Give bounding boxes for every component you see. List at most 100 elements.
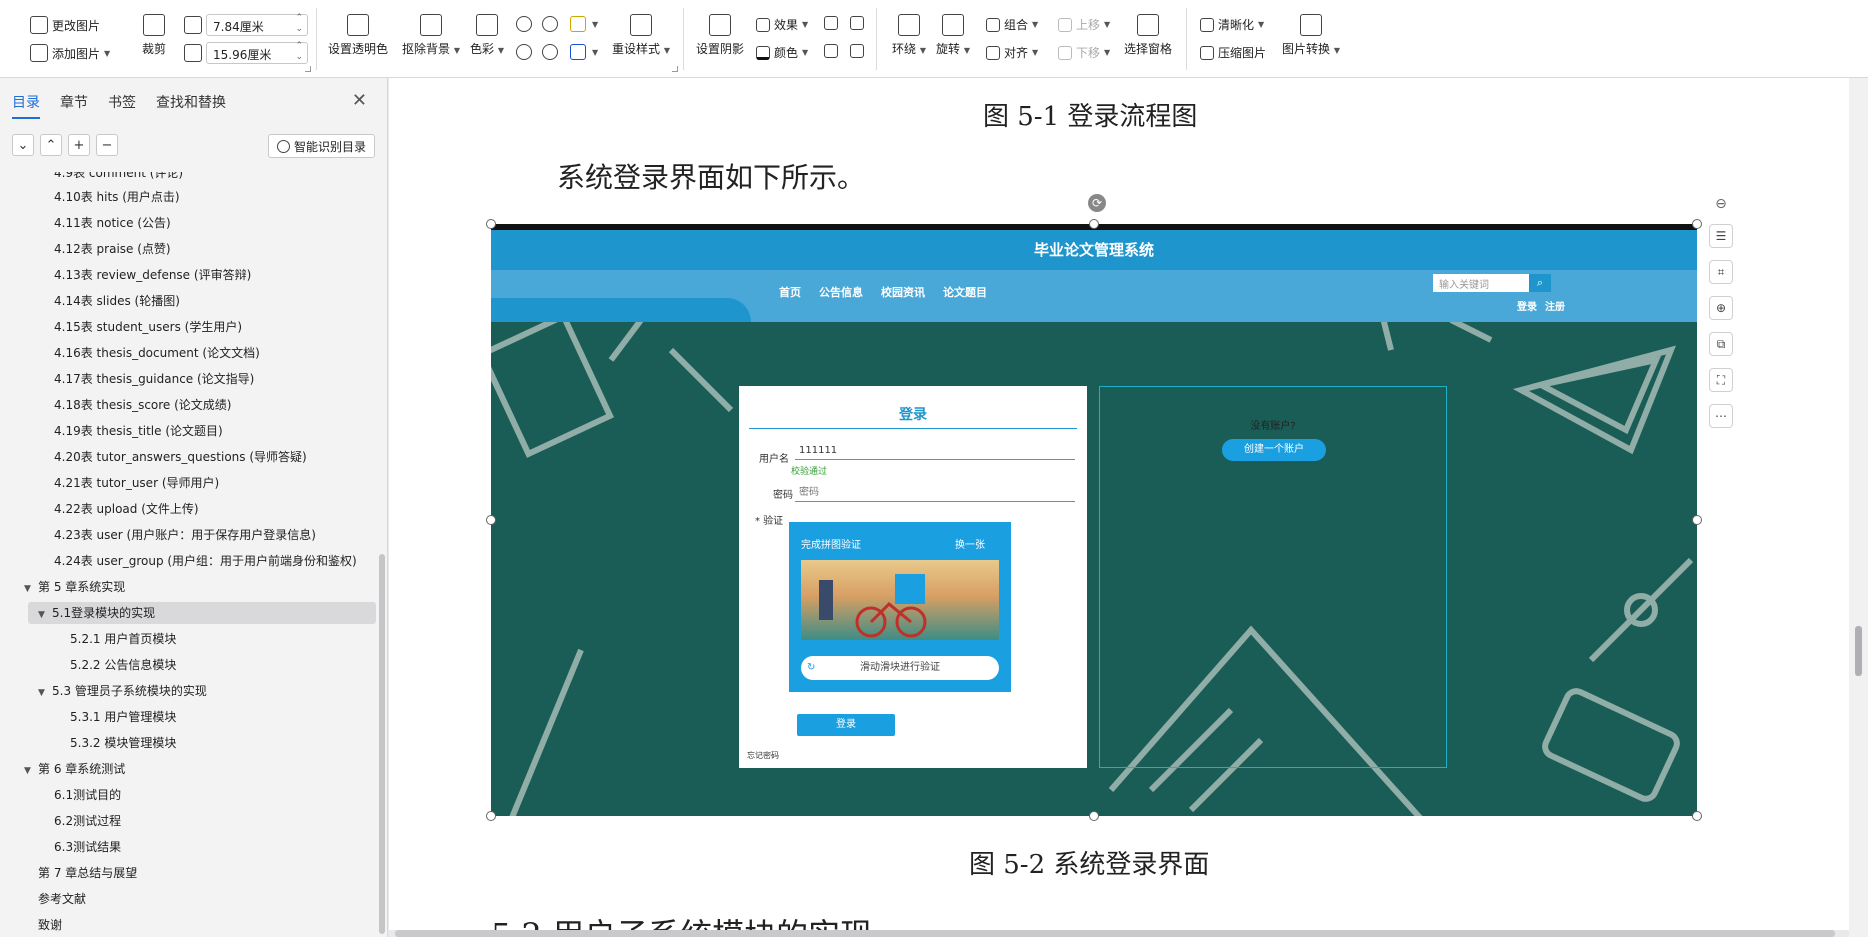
toc-item[interactable]: 4.21表 tutor_user (导师用户)	[54, 472, 219, 494]
resize-handle[interactable]	[486, 811, 496, 821]
expand-triangle-icon[interactable]: ▼	[24, 578, 38, 600]
document-scrollbar[interactable]	[1849, 78, 1868, 937]
selection-pane-button[interactable]: 选择窗格	[1124, 14, 1172, 57]
change-picture-button[interactable]: 更改图片	[30, 16, 100, 34]
toc-item[interactable]: ▼ 第 5 章系统实现	[24, 576, 125, 598]
expand-triangle-icon[interactable]: ▼	[24, 760, 38, 782]
rotate-handle-icon[interactable]: ⟳	[1088, 194, 1106, 212]
collapse-minus-icon[interactable]: ⊖	[1709, 196, 1733, 212]
add-picture-button[interactable]: 添加图片 ▼	[30, 44, 110, 62]
chevron-down-icon[interactable]: ▼	[592, 48, 598, 57]
compress-picture-button[interactable]: 压缩图片	[1200, 44, 1266, 61]
align-button[interactable]: 对齐 ▼	[986, 44, 1038, 61]
effect-button[interactable]: 效果 ▼	[756, 16, 808, 33]
close-icon[interactable]: ✕	[352, 90, 367, 111]
toc-item[interactable]: 4.9表 comment (评论)	[54, 172, 183, 184]
toc-item[interactable]: 第 7 章总结与展望	[38, 862, 137, 884]
reset-style-button[interactable]: 重设样式 ▼	[612, 14, 670, 57]
toc-item[interactable]: 6.3测试结果	[54, 836, 121, 858]
resize-handle[interactable]	[1692, 219, 1702, 229]
selected-picture[interactable]: ⟳ 毕业论文管理系统 首页 公告信息 校园资讯 论文题目 输入关键词 ⌕ 登录 …	[486, 194, 1702, 821]
chevron-down-icon[interactable]: ▼	[592, 20, 598, 29]
wrap-button[interactable]: 环绕 ▼	[892, 14, 926, 57]
toc-item[interactable]: 5.3.1 用户管理模块	[70, 706, 176, 728]
toc-item-selected[interactable]: ▼ 5.1登录模块的实现	[28, 602, 376, 624]
resize-handle[interactable]	[1089, 811, 1099, 821]
tab-bookmarks[interactable]: 书签	[108, 92, 136, 119]
crop-icon[interactable]: ⌗	[1709, 260, 1733, 284]
toc-item[interactable]: 4.20表 tutor_answers_questions (导师答疑)	[54, 446, 307, 468]
height-input[interactable]: 15.96厘米	[206, 41, 308, 64]
collapse-up-icon[interactable]: ⌃	[40, 134, 62, 156]
layout-options-icon[interactable]: ☰	[1709, 224, 1733, 248]
toc-item[interactable]: 4.13表 review_defense (评审答辩)	[54, 264, 251, 286]
toc-item[interactable]: 致谢	[38, 914, 62, 936]
resize-handle[interactable]	[1692, 515, 1702, 525]
contrast-increase-icon[interactable]	[516, 16, 532, 32]
toc-item[interactable]: 4.17表 thesis_guidance (论文指导)	[54, 368, 254, 390]
contrast-decrease-icon[interactable]	[542, 16, 558, 32]
smart-toc-button[interactable]: 智能识别目录	[267, 134, 375, 158]
toc-item[interactable]: 4.10表 hits (用户点击)	[54, 186, 180, 208]
size-dialog-launcher-icon[interactable]	[305, 66, 311, 72]
add-icon[interactable]: +	[68, 134, 90, 156]
horizontal-scrollbar[interactable]	[395, 930, 1835, 937]
expand-down-icon[interactable]: ⌄	[12, 134, 34, 156]
highlight-icon[interactable]	[570, 16, 586, 32]
brightness-increase-icon[interactable]	[516, 44, 532, 60]
replace-picture-icon[interactable]: ⧉	[1709, 332, 1733, 356]
tab-find-replace[interactable]: 查找和替换	[156, 92, 226, 119]
zoom-in-icon[interactable]: ⊕	[1709, 296, 1733, 320]
color-button[interactable]: 颜色 ▼	[756, 44, 808, 61]
resize-handle[interactable]	[1089, 219, 1099, 229]
set-shadow-button[interactable]: 设置阴影	[696, 14, 744, 57]
crop-button[interactable]: 裁剪	[142, 14, 166, 57]
toc-item[interactable]: 6.1测试目的	[54, 784, 121, 806]
shadow-nudge-up-icon[interactable]	[824, 16, 838, 30]
move-down-button[interactable]: 下移 ▼	[1058, 44, 1110, 61]
shadow-nudge-down-icon[interactable]	[824, 44, 838, 58]
resize-handle[interactable]	[486, 219, 496, 229]
tab-toc[interactable]: 目录	[12, 92, 40, 119]
toc-item[interactable]: 4.22表 upload (文件上传)	[54, 498, 199, 520]
more-icon[interactable]: ⋯	[1709, 404, 1733, 428]
toc-item[interactable]: 5.2.1 用户首页模块	[70, 628, 176, 650]
toc-item[interactable]: 4.24表 user_group (用户组：用于用户前端身份和鉴权)	[54, 550, 357, 572]
shadow-nudge-right-icon[interactable]	[850, 16, 864, 30]
toc-item[interactable]: 5.2.2 公告信息模块	[70, 654, 176, 676]
width-input[interactable]: 7.84厘米	[206, 13, 308, 36]
picture-convert-button[interactable]: 图片转换 ▼	[1282, 14, 1340, 57]
rotate-button[interactable]: 旋转 ▼	[936, 14, 970, 57]
remove-background-button[interactable]: 抠除背景 ▼	[402, 14, 460, 57]
toc-item[interactable]: 4.15表 student_users (学生用户)	[54, 316, 242, 338]
toc-item[interactable]: 4.12表 praise (点赞)	[54, 238, 171, 260]
toc-item[interactable]: 参考文献	[38, 888, 86, 910]
toc-item[interactable]: ▼ 5.3 管理员子系统模块的实现	[38, 680, 207, 702]
brightness-decrease-icon[interactable]	[542, 44, 558, 60]
scrollbar-thumb[interactable]	[1855, 626, 1862, 676]
toc-item[interactable]: ▼ 第 6 章系统测试	[24, 758, 125, 780]
color-tone-button[interactable]: 色彩 ▼	[470, 14, 504, 57]
toc-item[interactable]: 4.18表 thesis_score (论文成绩)	[54, 394, 232, 416]
move-up-button[interactable]: 上移 ▼	[1058, 16, 1110, 33]
toc-item[interactable]: 5.3.2 模块管理模块	[70, 732, 176, 754]
tab-sections[interactable]: 章节	[60, 92, 88, 119]
extract-text-icon[interactable]: ⛶	[1709, 368, 1733, 392]
toc-item[interactable]: 4.14表 slides (轮播图)	[54, 290, 180, 312]
nav-scrollbar[interactable]	[379, 554, 385, 934]
expand-triangle-icon[interactable]: ▼	[38, 604, 52, 626]
toc-item[interactable]: 6.2测试过程	[54, 810, 121, 832]
shadow-nudge-left-icon[interactable]	[850, 44, 864, 58]
remove-icon[interactable]: −	[96, 134, 118, 156]
expand-triangle-icon[interactable]: ▼	[38, 682, 52, 704]
toc-item[interactable]: 4.23表 user (用户账户：用于保存用户登录信息)	[54, 524, 316, 546]
style-dialog-launcher-icon[interactable]	[672, 66, 678, 72]
resize-handle[interactable]	[486, 515, 496, 525]
sharpen-button[interactable]: 清晰化 ▼	[1200, 16, 1264, 33]
resize-handle[interactable]	[1692, 811, 1702, 821]
set-transparent-button[interactable]: 设置透明色	[328, 14, 388, 57]
toc-item[interactable]: 4.11表 notice (公告)	[54, 212, 171, 234]
toc-item[interactable]: 4.16表 thesis_document (论文文档)	[54, 342, 260, 364]
border-color-icon[interactable]	[570, 44, 586, 60]
group-button[interactable]: 组合 ▼	[986, 16, 1038, 33]
